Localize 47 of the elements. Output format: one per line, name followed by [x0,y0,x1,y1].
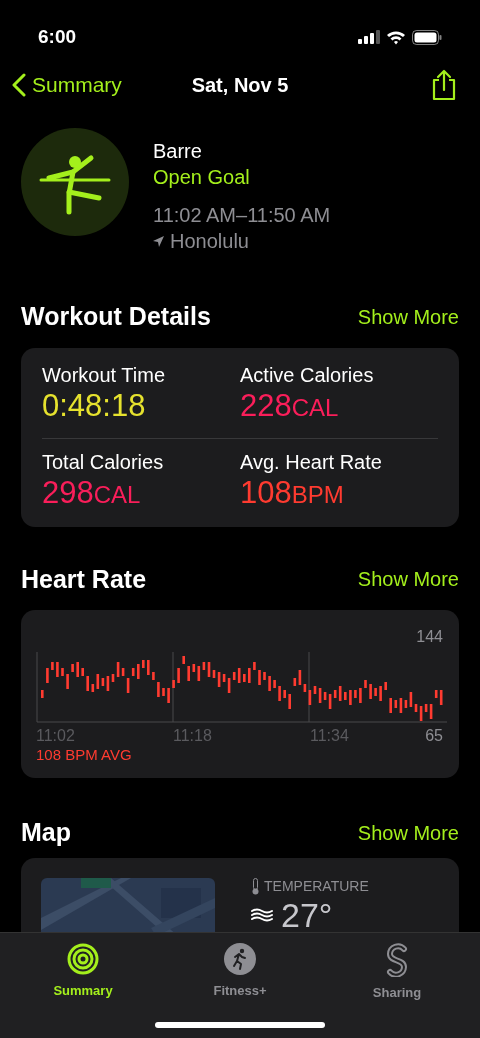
back-chevron-icon [12,73,26,97]
metric-unit: BPM [291,479,344,510]
metric-value: 0:48:18 [42,387,146,424]
metric-value: 108 [240,474,292,511]
section-title: Workout Details [21,301,211,332]
metric-label: Total Calories [42,449,165,475]
metric-value: 298 [42,474,94,511]
metric-label: Workout Time [42,362,166,388]
tab[interactable]: Sharing [352,943,442,1003]
wind-icon [251,906,273,923]
section-title: Map [21,817,71,848]
metric-unit: CAL [93,479,141,510]
workout-location: Honolulu [170,229,249,254]
show-more-link[interactable]: Show More [357,301,459,332]
signal-icon [358,30,380,44]
metric-label: Active Calories [240,362,375,388]
time-label: 11:34 [310,726,349,746]
location-arrow-icon [153,235,164,247]
average-heart-rate: 108 BPM AVG [36,745,132,765]
sharing-icon [384,943,410,977]
metric-label: Avg. Heart Rate [240,449,383,475]
workout-name: Barre [153,139,203,164]
section-title: Heart Rate [21,563,147,595]
tab[interactable]: Summary [38,943,128,1003]
battery-icon [412,29,442,45]
rings-icon [67,943,99,975]
thermometer-icon [251,877,260,895]
show-more-link[interactable]: Show More [357,564,459,595]
back-button[interactable]: Summary [12,69,122,101]
temperature-value: 27° [281,896,333,933]
time-label: 11:18 [173,726,213,746]
metric-unit: CAL [291,392,339,423]
metric-value: 228 [240,387,292,424]
min-value: 65 [425,726,443,746]
time-label: 11:02 [36,726,76,746]
workout-time-range: 11:02 AM–11:50 AM [153,203,331,228]
show-more-link[interactable]: Show More [357,817,459,848]
status-time: 6:00 [38,24,77,49]
share-icon[interactable] [431,69,457,101]
workout-goal: Open Goal [153,165,251,190]
temperature-label: TEMPERATURE [264,876,369,896]
wifi-icon [386,29,406,45]
tab[interactable]: Fitness+ [195,943,285,1003]
page-title: Sat, Nov 5 [191,73,289,98]
max-value: 144 [416,627,443,647]
runner-icon [224,943,256,975]
barre-workout-icon [21,128,129,236]
